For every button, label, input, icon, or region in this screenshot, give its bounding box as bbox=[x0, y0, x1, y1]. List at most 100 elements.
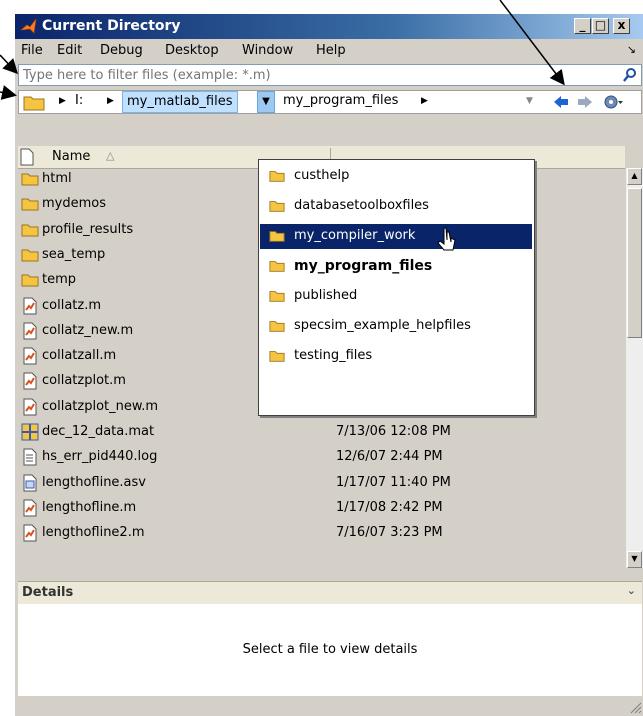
title-bar[interactable]: Current Directory _ □ x bbox=[15, 14, 643, 39]
undock-icon[interactable]: ↘ bbox=[627, 43, 636, 56]
file-date: 1/17/08 2:42 PM bbox=[336, 499, 443, 515]
asv-file-icon bbox=[23, 474, 37, 492]
breadcrumb-current[interactable]: my_matlab_files bbox=[122, 91, 238, 113]
file-name: collatz.m bbox=[42, 297, 102, 313]
folder-icon bbox=[21, 224, 39, 237]
m-file-icon bbox=[23, 372, 37, 390]
menu-window[interactable]: Window bbox=[242, 43, 293, 58]
file-name: hs_err_pid440.log bbox=[42, 449, 158, 465]
status-bar bbox=[15, 696, 643, 716]
folder-icon bbox=[269, 201, 285, 212]
details-title: Details bbox=[22, 585, 74, 600]
column-header-name[interactable]: Name bbox=[52, 149, 90, 164]
restore-button[interactable]: □ bbox=[592, 18, 609, 34]
list-item[interactable]: hs_err_pid440.log 12/6/07 2:44 PM bbox=[18, 447, 618, 467]
back-arrow-icon[interactable] bbox=[552, 94, 570, 110]
file-name: collatzall.m bbox=[42, 348, 117, 364]
list-item[interactable]: dec_12_data.mat 7/13/06 12:08 PM bbox=[18, 422, 618, 442]
menu-help[interactable]: Help bbox=[316, 43, 346, 58]
list-item[interactable]: lengthofline2.m 7/16/07 3:23 PM bbox=[18, 523, 618, 543]
callout-address bbox=[0, 85, 17, 100]
mouse-pointer-icon bbox=[437, 227, 456, 251]
folder-icon[interactable] bbox=[23, 94, 45, 111]
chevron-down-icon[interactable]: ▼ bbox=[257, 91, 275, 113]
breadcrumb-next[interactable]: my_program_files bbox=[283, 93, 398, 108]
m-file-icon bbox=[23, 322, 37, 340]
breadcrumb-arrow-icon[interactable]: ▶ bbox=[107, 96, 114, 106]
folder-icon bbox=[269, 261, 285, 272]
navigation-tools bbox=[550, 92, 640, 114]
folder-icon bbox=[21, 274, 39, 287]
minimize-button[interactable]: _ bbox=[574, 18, 591, 34]
folder-icon bbox=[21, 198, 39, 211]
m-file-icon bbox=[23, 297, 37, 314]
chevron-down-icon[interactable]: ⌄ bbox=[627, 584, 636, 597]
dropdown-item-label: custhelp bbox=[294, 168, 350, 183]
forward-arrow-icon[interactable] bbox=[576, 94, 594, 110]
gear-icon[interactable] bbox=[602, 93, 624, 111]
file-name: lengthofline.asv bbox=[42, 474, 146, 490]
sort-ascending-icon: △ bbox=[106, 149, 115, 162]
breadcrumb-arrow-icon[interactable]: ▶ bbox=[421, 96, 428, 106]
dropdown-item-label: databasetoolboxfiles bbox=[294, 198, 429, 213]
file-name: mydemos bbox=[42, 196, 106, 212]
current-directory-window: Current Directory _ □ x File Edit Debug … bbox=[14, 14, 643, 716]
folder-icon bbox=[21, 249, 39, 262]
dropdown-item-label: my_compiler_work bbox=[294, 228, 416, 243]
menu-file[interactable]: File bbox=[21, 43, 43, 58]
dropdown-item[interactable]: specsim_example_helpfiles bbox=[260, 314, 532, 339]
details-header[interactable]: Details ⌄ bbox=[18, 581, 642, 604]
details-panel: Select a file to view details bbox=[18, 604, 642, 696]
folder-icon bbox=[269, 351, 285, 362]
dropdown-item[interactable]: testing_files bbox=[260, 344, 532, 369]
file-name: lengthofline.m bbox=[42, 499, 137, 515]
dropdown-item-label: specsim_example_helpfiles bbox=[294, 318, 471, 333]
search-icon[interactable] bbox=[622, 67, 638, 83]
dropdown-item[interactable]: my_program_files bbox=[260, 254, 532, 279]
address-history-chevron-icon[interactable]: ▼ bbox=[526, 96, 533, 106]
breadcrumb-arrow-icon[interactable]: ▶ bbox=[59, 96, 66, 106]
file-name: collatz_new.m bbox=[42, 322, 134, 338]
file-type-column-icon bbox=[20, 148, 34, 166]
folder-dropdown-menu: custhelp databasetoolboxfiles my_compiler_… bbox=[258, 159, 535, 416]
scroll-up-icon[interactable]: ▲ bbox=[627, 168, 642, 185]
list-item[interactable]: lengthofline.m 1/17/08 2:42 PM bbox=[18, 498, 618, 518]
file-name: profile_results bbox=[42, 221, 134, 237]
file-name: collatzplot.m bbox=[42, 373, 126, 389]
vertical-scrollbar[interactable]: ▲ ▼ bbox=[625, 168, 643, 568]
window-title: Current Directory bbox=[42, 18, 181, 34]
filter-input[interactable] bbox=[23, 67, 613, 83]
text-file-icon bbox=[23, 448, 37, 466]
dropdown-item[interactable]: databasetoolboxfiles bbox=[260, 194, 532, 219]
file-name: temp bbox=[42, 272, 77, 288]
dropdown-item[interactable]: my_compiler_work bbox=[260, 224, 532, 249]
filter-box bbox=[18, 64, 642, 86]
m-file-icon bbox=[23, 499, 37, 517]
folder-icon bbox=[21, 173, 39, 186]
file-name: html bbox=[42, 171, 72, 186]
file-name: collatzplot_new.m bbox=[42, 398, 159, 414]
list-item[interactable]: lengthofline.asv 1/17/07 11:40 PM bbox=[18, 473, 618, 493]
dropdown-item[interactable]: published bbox=[260, 284, 532, 309]
menu-desktop[interactable]: Desktop bbox=[165, 43, 219, 58]
folder-icon bbox=[269, 291, 285, 302]
dropdown-item-label: published bbox=[294, 288, 358, 303]
mat-file-icon bbox=[21, 423, 39, 441]
menu-edit[interactable]: Edit bbox=[57, 43, 82, 58]
resize-grip-icon[interactable] bbox=[628, 700, 642, 714]
dropdown-item[interactable]: custhelp bbox=[260, 164, 532, 189]
scroll-thumb[interactable] bbox=[627, 188, 642, 338]
close-button[interactable]: x bbox=[613, 18, 630, 34]
file-name: lengthofline2.m bbox=[42, 525, 145, 541]
breadcrumb-drive[interactable]: I: bbox=[75, 93, 83, 108]
menu-debug[interactable]: Debug bbox=[100, 43, 143, 58]
file-date: 7/16/07 3:23 PM bbox=[336, 525, 443, 541]
matlab-logo-icon bbox=[20, 18, 37, 34]
folder-icon bbox=[269, 171, 285, 182]
m-file-icon bbox=[23, 524, 37, 542]
menu-bar: File Edit Debug Desktop Window Help ↘ bbox=[15, 39, 643, 63]
scroll-down-icon[interactable]: ▼ bbox=[627, 551, 642, 568]
file-date: 7/13/06 12:08 PM bbox=[336, 424, 451, 439]
m-file-icon bbox=[23, 347, 37, 365]
folder-icon bbox=[269, 231, 285, 242]
